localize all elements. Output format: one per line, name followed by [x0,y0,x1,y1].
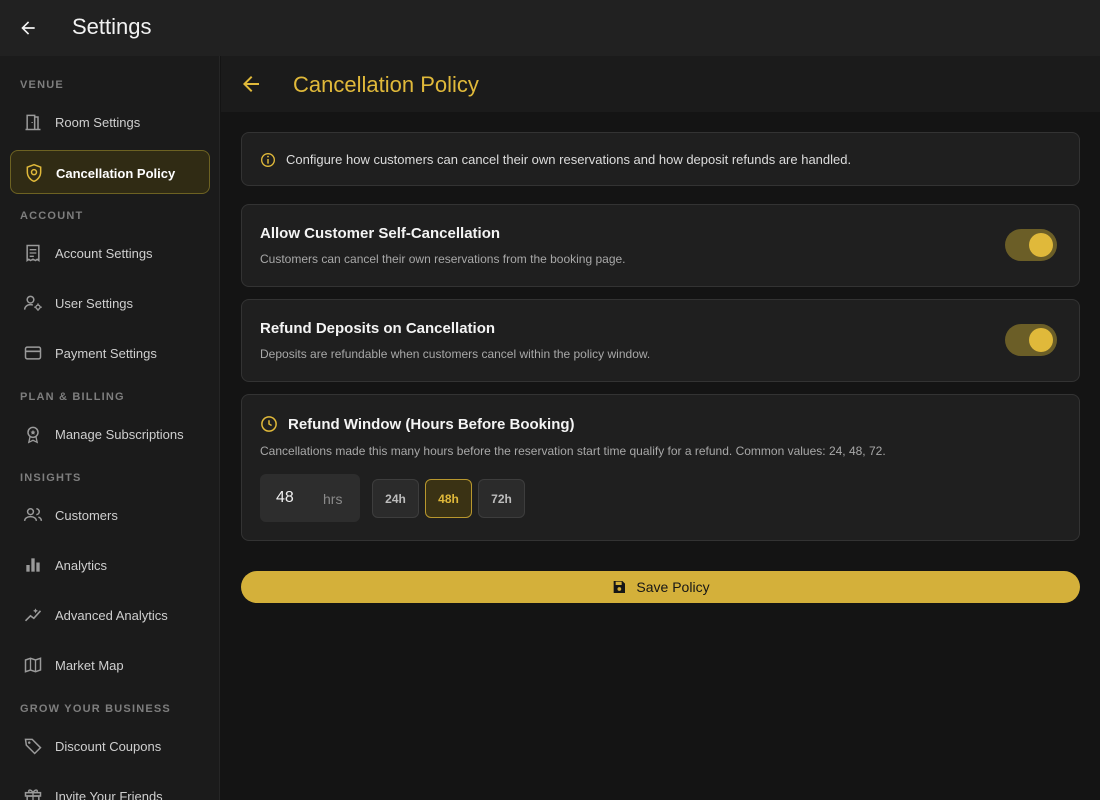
sidebar-item-label: Room Settings [55,115,141,130]
gift-icon [23,786,43,800]
bar-chart-icon [23,555,43,575]
sidebar-item-label: Invite Your Friends [55,789,163,800]
sidebar-item-label: Market Map [55,658,124,673]
sidebar-item-label: Advanced Analytics [55,608,168,623]
self-cancellation-description: Customers can cancel their own reservati… [260,252,626,266]
refund-hours-value: 48 [276,489,294,506]
save-policy-label: Save Policy [636,579,710,595]
sidebar-item-label: Discount Coupons [55,739,162,754]
sidebar-item-advanced-analytics[interactable]: Advanced Analytics [10,593,210,637]
refund-deposits-description: Deposits are refundable when customers c… [260,347,651,361]
trend-icon [23,605,43,625]
refund-deposits-toggle[interactable] [1005,324,1057,356]
sidebar-item-label: Manage Subscriptions [55,427,184,442]
sidebar-item-invite-your-friends[interactable]: Invite Your Friends [10,774,210,800]
sidebar-item-payment-settings[interactable]: Payment Settings [10,331,210,375]
tag-icon [23,736,43,756]
app-title: Settings [72,14,152,39]
refund-window-title: Refund Window (Hours Before Booking) [288,416,575,433]
credit-card-icon [23,343,43,363]
save-policy-button[interactable]: Save Policy [241,571,1080,603]
badge-icon [23,424,43,444]
sidebar-item-market-map[interactable]: Market Map [10,643,210,687]
sidebar-item-discount-coupons[interactable]: Discount Coupons [10,724,210,768]
info-icon [260,152,276,168]
map-icon [23,655,43,675]
door-icon [23,112,43,132]
self-cancellation-card: Allow Customer Self-Cancellation Custome… [241,204,1080,287]
refund-deposits-title: Refund Deposits on Cancellation [260,320,496,337]
sidebar-item-label: Cancellation Policy [56,166,176,181]
page-header: Cancellation Policy [221,56,1100,112]
sidebar-item-customers[interactable]: Customers [10,493,210,537]
sidebar-item-analytics[interactable]: Analytics [10,543,210,587]
back-arrow-icon[interactable] [16,16,40,40]
sidebar-item-label: Analytics [55,558,108,573]
clock-icon [260,415,278,433]
toggle-knob [1029,328,1053,352]
sidebar-item-manage-subscriptions[interactable]: Manage Subscriptions [10,412,210,456]
preset-48h-button[interactable]: 48h [425,479,472,518]
page-title: Cancellation Policy [293,72,479,97]
preset-72h-button[interactable]: 72h [478,479,525,518]
back-arrow-icon[interactable] [239,72,263,96]
user-gear-icon [23,293,43,313]
sidebar-section-insights: INSIGHTS [20,472,82,484]
sidebar-section-plan-billing: PLAN & BILLING [20,391,125,403]
sidebar-item-label: User Settings [55,296,134,311]
preset-24h-button[interactable]: 24h [372,479,419,518]
sidebar-item-label: Account Settings [55,246,153,261]
app-bar: Settings [0,0,1100,56]
save-icon [611,579,627,595]
sidebar: VENUE Room Settings Cancellation Policy … [0,56,220,800]
refund-hours-input[interactable]: 48 hrs [260,474,360,522]
main-content: Cancellation Policy Configure how custom… [221,56,1100,800]
refund-window-description: Cancellations made this many hours befor… [260,444,886,458]
toggle-knob [1029,233,1053,257]
sidebar-item-account-settings[interactable]: Account Settings [10,231,210,275]
sidebar-item-label: Payment Settings [55,346,157,361]
sidebar-section-account: ACCOUNT [20,210,84,222]
people-icon [23,505,43,525]
self-cancellation-toggle[interactable] [1005,229,1057,261]
refund-window-card: Refund Window (Hours Before Booking) Can… [241,394,1080,541]
self-cancellation-title: Allow Customer Self-Cancellation [260,225,501,242]
sidebar-item-cancellation-policy[interactable]: Cancellation Policy [10,150,210,194]
receipt-icon [23,243,43,263]
refund-hours-unit: hrs [323,491,343,507]
sidebar-item-user-settings[interactable]: User Settings [10,281,210,325]
refund-deposits-card: Refund Deposits on Cancellation Deposits… [241,299,1080,382]
sidebar-item-label: Customers [55,508,118,523]
info-text: Configure how customers can cancel their… [286,152,852,167]
info-banner: Configure how customers can cancel their… [241,132,1080,186]
sidebar-item-room-settings[interactable]: Room Settings [10,100,210,144]
sidebar-section-venue: VENUE [20,79,64,91]
sidebar-section-grow-your-business: GROW YOUR BUSINESS [20,703,171,715]
shield-icon [24,163,44,183]
